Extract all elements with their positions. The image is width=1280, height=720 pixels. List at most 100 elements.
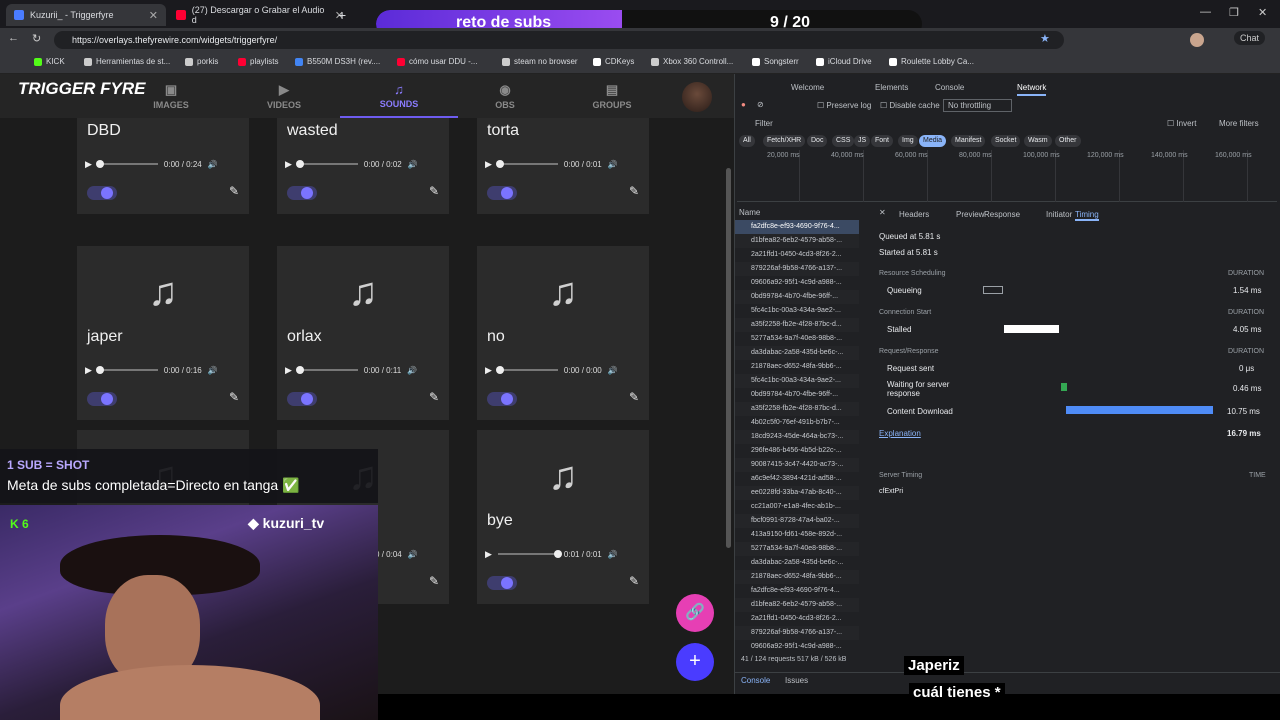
- request-row[interactable]: 879226af-9b58-4766-a137-...: [735, 262, 859, 276]
- edit-icon[interactable]: ✎: [429, 574, 439, 588]
- nav-videos[interactable]: ▶ VIDEOS: [249, 82, 319, 110]
- more-filters-dropdown[interactable]: More filters: [1219, 119, 1259, 128]
- play-icon[interactable]: ▶: [485, 159, 492, 170]
- chat-button[interactable]: Chat: [1234, 31, 1266, 45]
- toggle-knob[interactable]: [101, 393, 113, 405]
- drawer-tab-issues[interactable]: Issues: [785, 676, 808, 685]
- volume-icon[interactable]: 🔊: [608, 160, 618, 169]
- request-row[interactable]: 21878aec-d652-48fa-9bb6-...: [735, 360, 859, 374]
- volume-icon[interactable]: 🔊: [408, 160, 418, 169]
- request-row[interactable]: 21878aec-d652-48fa-9bb6-...: [735, 570, 859, 584]
- edit-icon[interactable]: ✎: [229, 390, 239, 404]
- filter-chip[interactable]: CSS: [832, 135, 855, 147]
- close-icon[interactable]: ✕: [149, 9, 158, 22]
- request-row[interactable]: 2a21ffd1-0450-4cd3-8f26-2...: [735, 248, 859, 262]
- disable-cache-checkbox[interactable]: ☐ Disable cache: [880, 101, 940, 110]
- back-icon[interactable]: ←: [8, 32, 19, 44]
- toggle-knob[interactable]: [501, 577, 513, 589]
- nav-images[interactable]: ▣ IMAGES: [136, 82, 206, 110]
- filter-chip[interactable]: Doc: [807, 135, 828, 147]
- bookmark-item[interactable]: Herramientas de st...: [84, 57, 170, 66]
- enable-toggle[interactable]: [287, 392, 317, 406]
- filter-chip[interactable]: JS: [854, 135, 871, 147]
- detail-tab[interactable]: Preview: [956, 210, 984, 219]
- request-row[interactable]: d1bfea82-6eb2-4579-ab58-...: [735, 598, 859, 612]
- request-row[interactable]: cc21a007-e1a8-4fec-ab1b-...: [735, 500, 859, 514]
- nav-groups[interactable]: ▤ GROUPS: [577, 82, 647, 110]
- bookmark-item[interactable]: Xbox 360 Controll...: [651, 57, 733, 66]
- volume-icon[interactable]: 🔊: [408, 550, 418, 559]
- edit-icon[interactable]: ✎: [629, 574, 639, 588]
- drawer-tab-console[interactable]: Console: [741, 676, 770, 685]
- throttling-select[interactable]: No throttling: [943, 99, 1013, 112]
- volume-icon[interactable]: 🔊: [407, 366, 417, 375]
- bookmark-star-icon[interactable]: ★: [1040, 32, 1050, 45]
- seek-knob[interactable]: [95, 366, 104, 374]
- seek-knob[interactable]: [553, 550, 562, 558]
- filter-chip[interactable]: Fetch/XHR: [763, 135, 806, 147]
- volume-icon[interactable]: 🔊: [608, 550, 618, 559]
- play-icon[interactable]: ▶: [285, 365, 292, 376]
- seek-knob[interactable]: [295, 160, 304, 168]
- filter-chip[interactable]: Other: [1055, 135, 1081, 147]
- filter-chip[interactable]: All: [739, 135, 755, 147]
- tab-youtube[interactable]: (27) Descargar o Grabar el Audio d ✕: [168, 4, 352, 26]
- volume-icon[interactable]: 🔊: [608, 366, 618, 375]
- request-row[interactable]: 09606a92-95f1-4c9d-a988-...: [735, 276, 859, 290]
- devtools-tab-welcome[interactable]: Welcome: [791, 83, 824, 92]
- invert-checkbox[interactable]: ☐ Invert: [1167, 119, 1196, 128]
- devtools-tab-network[interactable]: Network: [1017, 83, 1047, 96]
- seek-bar[interactable]: [295, 366, 358, 374]
- request-row[interactable]: 0bd99784-4b70-4fbe-96ff-...: [735, 388, 859, 402]
- filter-chip[interactable]: Wasm: [1024, 135, 1052, 147]
- profile-avatar[interactable]: [1190, 33, 1204, 47]
- bookmark-item[interactable]: cómo usar DDU -...: [397, 57, 477, 66]
- play-icon[interactable]: ▶: [85, 365, 92, 376]
- detail-tab[interactable]: Response: [984, 210, 1020, 219]
- toggle-knob[interactable]: [301, 187, 313, 199]
- play-icon[interactable]: ▶: [485, 549, 492, 560]
- request-row[interactable]: 0bd99784-4b70-4fbe-96ff-...: [735, 290, 859, 304]
- filter-chip[interactable]: Socket: [991, 135, 1021, 147]
- seek-knob[interactable]: [95, 160, 104, 168]
- minimize-icon[interactable]: —: [1200, 6, 1211, 18]
- bookmark-item[interactable]: steam no browser: [502, 57, 578, 66]
- request-row[interactable]: 4b02c5f0-76ef-491b-b7b7-...: [735, 416, 859, 430]
- request-row[interactable]: fbcf0991-8728-47a4-ba02-...: [735, 514, 859, 528]
- bookmark-item[interactable]: Roulette Lobby Ca...: [889, 57, 974, 66]
- bookmark-item[interactable]: porkis: [185, 57, 218, 66]
- filter-input[interactable]: Filter: [755, 119, 773, 128]
- request-row[interactable]: 5277a534-9a7f-40e8-98b8-...: [735, 542, 859, 556]
- request-row[interactable]: 5277a534-9a7f-40e8-98b8-...: [735, 332, 859, 346]
- bookmark-item[interactable]: iCloud Drive: [816, 57, 872, 66]
- edit-icon[interactable]: ✎: [229, 184, 239, 198]
- request-row[interactable]: 879226af-9b58-4766-a137-...: [735, 626, 859, 640]
- edit-icon[interactable]: ✎: [429, 390, 439, 404]
- close-detail-icon[interactable]: ✕: [879, 208, 886, 217]
- request-row[interactable]: 5fc4c1bc-00a3-434a-9ae2-...: [735, 304, 859, 318]
- scrollbar-thumb[interactable]: [726, 168, 731, 548]
- explanation-link[interactable]: Explanation: [879, 429, 921, 438]
- request-row[interactable]: da3dabac-2a58-435d-be6c-...: [735, 346, 859, 360]
- seek-bar[interactable]: [497, 550, 562, 558]
- maximize-icon[interactable]: ❐: [1229, 6, 1239, 19]
- seek-bar[interactable]: [95, 160, 158, 168]
- filter-chip[interactable]: Font: [871, 135, 894, 147]
- seek-knob[interactable]: [495, 160, 504, 168]
- toggle-knob[interactable]: [501, 187, 513, 199]
- new-tab-button[interactable]: +: [330, 4, 350, 26]
- request-row[interactable]: 413a9150-fd61-458e-892d-...: [735, 528, 859, 542]
- seek-knob[interactable]: [495, 366, 504, 374]
- seek-knob[interactable]: [295, 366, 304, 374]
- play-icon[interactable]: ▶: [485, 365, 492, 376]
- seek-bar[interactable]: [95, 366, 158, 374]
- detail-tab[interactable]: Initiator: [1046, 210, 1072, 219]
- request-row[interactable]: 2a21ffd1-0450-4cd3-8f26-2...: [735, 612, 859, 626]
- seek-bar[interactable]: [495, 160, 558, 168]
- bookmark-item[interactable]: KICK: [34, 57, 65, 66]
- tab-triggerfyre[interactable]: Kuzurii_ - Triggerfyre ✕: [6, 4, 166, 26]
- filter-chip[interactable]: Img: [898, 135, 918, 147]
- enable-toggle[interactable]: [287, 186, 317, 200]
- reload-icon[interactable]: ↻: [32, 32, 41, 45]
- add-sound-button[interactable]: +: [676, 643, 714, 681]
